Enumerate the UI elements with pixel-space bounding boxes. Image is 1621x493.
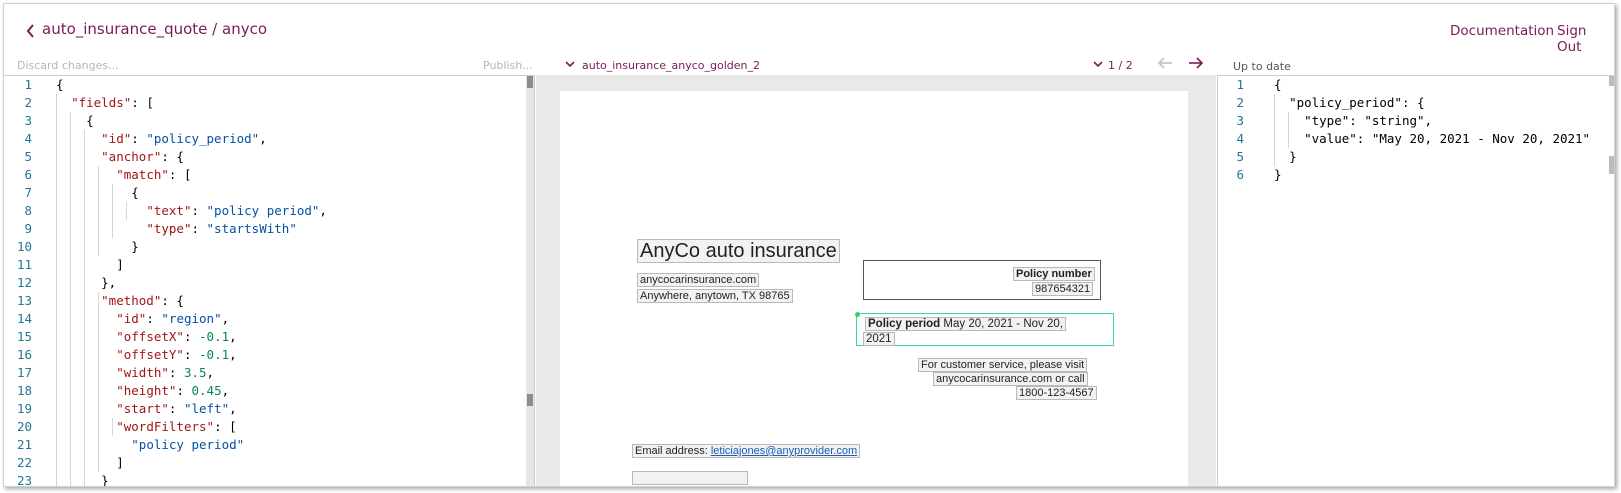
- code-line: 20 "wordFilters": [: [16, 419, 237, 434]
- code-line: 16 "offsetY": -0.1,: [16, 347, 237, 362]
- code-line: 3 "type": "string",: [1236, 113, 1433, 128]
- anchor-handle[interactable]: [855, 312, 860, 317]
- arrow-right-icon[interactable]: [1187, 56, 1205, 70]
- scrollbar-thumb[interactable]: [527, 76, 533, 88]
- email-line[interactable]: Email address: leticiajones@anyprovider.…: [632, 444, 861, 458]
- code-line: 14 "id": "region",: [16, 311, 230, 326]
- code-line: 7 {: [24, 185, 139, 200]
- arrow-left-icon[interactable]: [1156, 56, 1174, 70]
- email-label: Email address:: [635, 445, 708, 457]
- app-header: auto_insurance_quote / anyco Documentati…: [4, 4, 1614, 55]
- policy-number-value[interactable]: 987654321: [1032, 282, 1094, 296]
- code-line: 11 ]: [16, 257, 124, 272]
- code-line: 17 "width": 3.5,: [16, 365, 215, 380]
- discard-changes-button[interactable]: Discard changes...: [17, 59, 119, 72]
- code-line: 12 },: [16, 275, 117, 290]
- code-line: 23 }: [16, 473, 109, 487]
- word-box[interactable]: [632, 471, 748, 485]
- toolbar: Discard changes... Publish... auto_insur…: [4, 54, 1614, 74]
- policy-period-line2[interactable]: 2021: [863, 332, 895, 346]
- documentation-link[interactable]: Documentation: [1450, 23, 1554, 39]
- customer-service-line1[interactable]: For customer service, please visit: [918, 358, 1088, 372]
- code-line: 22 ]: [16, 455, 124, 470]
- page-indicator[interactable]: 1 / 2: [1108, 59, 1133, 72]
- code-line: 19 "start": "left",: [16, 401, 237, 416]
- customer-service-line3[interactable]: 1800-123-4567: [1016, 386, 1097, 400]
- code-line: 6}: [1236, 167, 1282, 182]
- scrollbar[interactable]: [526, 76, 534, 486]
- policy-period-value: May 20, 2021 - Nov 20,: [943, 318, 1063, 330]
- company-name[interactable]: AnyCo auto insurance: [637, 239, 840, 263]
- document-viewer: AnyCo auto insurance anycocarinsurance.c…: [536, 75, 1216, 486]
- code-line: 4 "value": "May 20, 2021 - Nov 20, 2021": [1236, 131, 1591, 146]
- customer-service-line2[interactable]: anycocarinsurance.com or call: [933, 372, 1088, 386]
- sign-out-link[interactable]: Sign Out: [1557, 23, 1614, 55]
- code-line: 1{: [24, 77, 64, 92]
- output-editor[interactable]: 1{ 2 "policy_period": { 3 "type": "strin…: [1217, 75, 1614, 486]
- code-line: 5 "anchor": {: [24, 149, 184, 164]
- code-line: 13 "method": {: [16, 293, 184, 308]
- document-page: AnyCo auto insurance anycocarinsurance.c…: [560, 91, 1188, 486]
- code-line: 9 "type": "startsWith": [24, 221, 297, 236]
- scrollbar-marker: [527, 394, 533, 406]
- policy-number-label[interactable]: Policy number: [1013, 267, 1095, 281]
- code-line: 18 "height": 0.45,: [16, 383, 230, 398]
- address-text[interactable]: Anywhere, anytown, TX 98765: [637, 289, 793, 303]
- policy-period-line1[interactable]: Policy period May 20, 2021 - Nov 20,: [865, 317, 1066, 331]
- code-line: 6 "match": [: [24, 167, 192, 182]
- code-line: 5 }: [1236, 149, 1297, 164]
- code-line: 3 {: [24, 113, 94, 128]
- code-line: 4 "id": "policy_period",: [24, 131, 267, 146]
- code-line: 8 "text": "policy period",: [24, 203, 327, 218]
- website-text[interactable]: anycocarinsurance.com: [637, 273, 760, 287]
- publish-button[interactable]: Publish...: [483, 59, 533, 72]
- code-line: 10 }: [16, 239, 139, 254]
- scrollbar-marker: [1609, 156, 1614, 174]
- code-line: 2 "fields": [: [24, 95, 154, 110]
- app-window: auto_insurance_quote / anyco Documentati…: [3, 3, 1615, 487]
- chevron-down-icon[interactable]: [1092, 59, 1104, 69]
- scrollbar-thumb[interactable]: [1609, 76, 1614, 86]
- status-text: Up to date: [1233, 60, 1291, 73]
- email-link[interactable]: leticiajones@anyprovider.com: [711, 445, 857, 457]
- chevron-down-icon[interactable]: [564, 59, 576, 69]
- config-editor[interactable]: 1{ 2 "fields": [ 3 { 4 "id": "policy_per…: [4, 75, 535, 487]
- golden-selector[interactable]: auto_insurance_anyco_golden_2: [582, 59, 760, 72]
- code-line: 2 "policy_period": {: [1236, 95, 1425, 110]
- policy-period-label: Policy period: [868, 318, 941, 330]
- code-line: 21 "policy period": [16, 437, 245, 452]
- page-title: auto_insurance_quote / anyco: [42, 20, 267, 38]
- code-line: 1{: [1236, 77, 1282, 92]
- code-line: 15 "offsetX": -0.1,: [16, 329, 237, 344]
- chevron-left-icon[interactable]: [24, 22, 38, 40]
